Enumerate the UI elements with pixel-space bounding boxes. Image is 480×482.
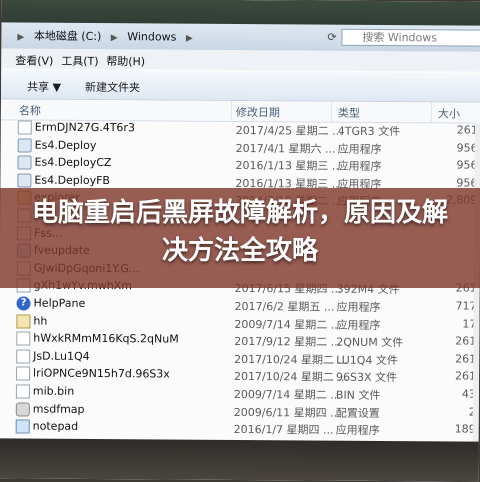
menu-help[interactable]: 帮助(H) — [106, 53, 145, 69]
settings-icon — [15, 402, 30, 417]
menu-tools[interactable]: 工具(T) — [61, 53, 98, 69]
file-icon — [16, 349, 31, 364]
file-date: 2017/4/1 星期六 ... — [235, 141, 336, 156]
new-folder-button[interactable]: 新建文件夹 — [85, 79, 140, 95]
help-icon: ? — [16, 296, 31, 311]
file-date: 2017/10/24 星期二 ... — [233, 370, 348, 385]
file-date: 2017/9/12 星期二 ... — [234, 335, 342, 349]
file-date: 2009/6/11 星期四 ... — [233, 405, 341, 420]
column-name[interactable]: 名称 — [19, 102, 41, 118]
file-name: hh — [33, 314, 48, 328]
file-type: LU1Q4 文件 — [336, 353, 399, 367]
hh-icon — [16, 314, 31, 329]
file-date: 2017/4/25 星期二 ... — [235, 123, 343, 138]
file-date: 2009/7/14 星期二 ... — [233, 387, 341, 402]
file-type: 配置设置 — [335, 406, 380, 420]
app-icon — [17, 138, 32, 153]
file-type: 应用程序 — [337, 159, 382, 174]
file-type: 应用程序 — [336, 318, 381, 332]
command-bar: 共享 ▼ 新建文件夹 — [0, 70, 480, 103]
file-date: 2017/6/2 星期五 ... — [234, 299, 335, 314]
share-button[interactable]: 共享 ▼ — [27, 79, 61, 95]
column-size[interactable]: 大小 — [438, 105, 460, 121]
app-icon — [17, 173, 32, 188]
search-input[interactable]: 搜索 Windows — [341, 28, 480, 47]
file-icon — [16, 331, 31, 346]
breadcrumb-drive[interactable]: 本地磁盘 (C:) — [34, 30, 102, 43]
breadcrumb-chevron-icon[interactable]: ▶ — [111, 33, 118, 43]
file-icon — [16, 366, 31, 381]
file-type: 96S3X 文件 — [335, 371, 398, 385]
file-date: 2016/1/7 星期四 ... — [233, 423, 334, 437]
file-name: Es4.DeployCZ — [34, 155, 112, 170]
file-name: HelpPane — [33, 296, 86, 310]
refresh-icon[interactable]: ⟳ — [327, 31, 336, 44]
column-type[interactable]: 类型 — [338, 105, 360, 121]
file-date: 2017/10/24 星期二 ... — [234, 352, 349, 367]
column-date[interactable]: 修改日期 — [236, 104, 280, 120]
file-name: ErmDJN27G.4T6r3 — [34, 120, 136, 135]
file-type: BIN 文件 — [335, 388, 381, 402]
file-name: hWxkRMmM16KqS.2qNuM — [33, 331, 179, 346]
file-name: lriOPNCe9N15h7d.96S3x — [33, 366, 170, 381]
file-icon — [17, 120, 32, 135]
notepad-icon — [15, 419, 30, 434]
file-name: JsD.Lu1Q4 — [33, 349, 90, 363]
file-name: Es4.Deploy — [34, 138, 97, 152]
file-date: 2009/7/14 星期二 ... — [234, 317, 342, 332]
file-name: mib.bin — [32, 384, 75, 398]
file-name: notepad — [32, 419, 79, 434]
menu-bar: 查看(V) 工具(T) 帮助(H) — [1, 48, 480, 72]
app-icon — [17, 155, 32, 170]
status-bar — [0, 438, 479, 482]
breadcrumb: ▶ 本地磁盘 (C:) ▶ Windows ▶ — [11, 27, 198, 44]
file-name: Es4.DeployFB — [34, 173, 111, 187]
file-name: msdfmap — [32, 402, 85, 416]
breadcrumb-chevron-icon[interactable]: ▶ — [186, 34, 193, 44]
file-type: 应用程序 — [337, 142, 382, 156]
file-date: 2016/1/13 星期三 ... — [235, 159, 343, 173]
file-type: 应用程序 — [336, 300, 381, 314]
breadcrumb-folder[interactable]: Windows — [127, 30, 176, 43]
article-headline: 电脑重启后黑屏故障解析，原因及解决方法全攻略 — [31, 198, 448, 266]
breadcrumb-chevron-icon[interactable]: ▶ — [17, 32, 24, 42]
file-type: 4TGR3 文件 — [337, 124, 401, 139]
file-icon — [15, 384, 30, 399]
file-row[interactable]: notepad 2016/1/7 星期四 ... 应用程序 189 — [0, 419, 479, 439]
menu-view[interactable]: 查看(V) — [15, 52, 53, 68]
file-type: 2QNUM 文件 — [336, 335, 404, 350]
file-type: 应用程序 — [335, 423, 380, 438]
